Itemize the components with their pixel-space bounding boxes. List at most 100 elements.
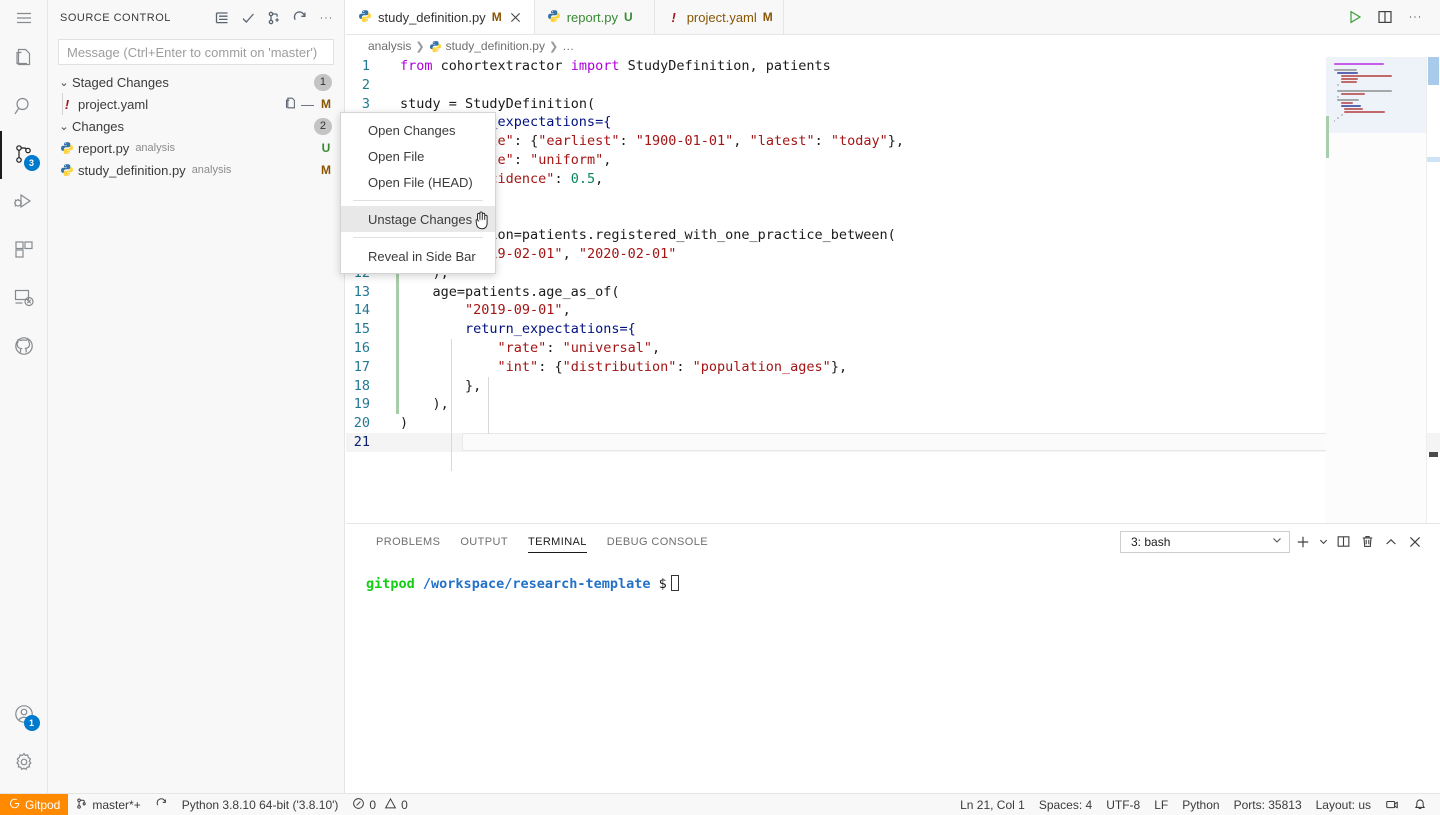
bottom-panel: PROBLEMS OUTPUT TERMINAL DEBUG CONSOLE 3… xyxy=(346,523,1440,793)
menu-item-open-changes[interactable]: Open Changes xyxy=(341,117,495,143)
maximize-panel-chevron-up-icon[interactable] xyxy=(1380,531,1402,553)
code-line: 5 "date": {"earliest": "1900-01-01", "la… xyxy=(346,132,1440,151)
branch-plus-icon[interactable] xyxy=(262,6,286,30)
scm-file-name: study_definition.py xyxy=(78,162,186,178)
menu-item-unstage-changes[interactable]: Unstage Changes xyxy=(341,206,495,232)
sidebar-item-github[interactable] xyxy=(0,323,48,371)
accounts-button[interactable]: 1 xyxy=(0,691,48,739)
more-actions-ellipsis-icon[interactable] xyxy=(314,6,338,30)
breadcrumb-symbol[interactable]: … xyxy=(562,39,574,53)
commit-message-placeholder: Message (Ctrl+Enter to commit on 'master… xyxy=(67,44,318,60)
scm-group-staged-changes[interactable]: ⌄ Staged Changes 1 xyxy=(48,71,344,93)
editor-more-actions-icon[interactable] xyxy=(1402,4,1428,30)
scm-file-study-definition-py[interactable]: study_definition.py analysis M xyxy=(48,159,344,181)
sidebar-item-source-control[interactable]: 3 xyxy=(0,131,48,179)
tab-problems[interactable]: PROBLEMS xyxy=(366,524,450,559)
sidebar-item-extensions[interactable] xyxy=(0,227,48,275)
code-line: 9 xyxy=(346,207,1440,226)
status-keyboard-layout[interactable]: Layout: us xyxy=(1309,794,1378,815)
status-python-label: Python 3.8.10 64-bit ('3.8.10') xyxy=(181,797,339,812)
status-screencast-icon[interactable] xyxy=(1378,794,1406,815)
tab-project-yaml[interactable]: ! project.yaml M xyxy=(655,0,784,34)
line-text: "2019-02-01", "2020-02-01" xyxy=(465,245,677,262)
tab-output[interactable]: OUTPUT xyxy=(450,524,518,559)
kill-terminal-trash-icon[interactable] xyxy=(1356,531,1378,553)
code-line: 15 return_expectations={ xyxy=(346,320,1440,339)
new-terminal-options-chevron-down-icon[interactable] xyxy=(1316,531,1330,553)
line-number: 15 xyxy=(353,321,370,338)
minimap-line xyxy=(1334,120,1335,122)
run-python-file-button[interactable] xyxy=(1342,4,1368,30)
split-terminal-button[interactable] xyxy=(1332,531,1354,553)
terminal-selector-dropdown[interactable]: 3: bash xyxy=(1120,530,1290,553)
scm-file-status: M xyxy=(321,97,331,111)
commit-message-input[interactable]: Message (Ctrl+Enter to commit on 'master… xyxy=(58,39,334,65)
status-encoding[interactable]: UTF-8 xyxy=(1099,794,1147,815)
scrollbar-thumb[interactable] xyxy=(1428,57,1439,85)
refresh-icon[interactable] xyxy=(288,6,312,30)
close-icon[interactable] xyxy=(508,9,524,25)
editor-scrollbar[interactable] xyxy=(1426,57,1440,543)
terminal-output[interactable]: gitpod /workspace/research-template $ xyxy=(346,559,1440,594)
minimap-change-indicator xyxy=(1326,116,1329,158)
line-text: from cohortextractor import StudyDefinit… xyxy=(400,58,831,74)
status-eol[interactable]: LF xyxy=(1147,794,1175,815)
status-bell-icon[interactable] xyxy=(1406,794,1434,815)
scm-group-label: Staged Changes xyxy=(72,74,169,90)
sidebar-item-search[interactable] xyxy=(0,83,48,131)
chevron-down-icon: ⌄ xyxy=(59,120,69,133)
split-editor-button[interactable] xyxy=(1372,4,1398,30)
line-number: 13 xyxy=(353,283,370,300)
code-editor[interactable]: 1 from cohortextractor import StudyDefini… xyxy=(346,57,1440,543)
status-editor-position[interactable]: Ln 21, Col 1 xyxy=(953,794,1032,815)
sync-icon xyxy=(155,797,168,813)
unstage-changes-icon[interactable] xyxy=(283,96,297,113)
scm-group-changes[interactable]: ⌄ Changes 2 xyxy=(48,115,344,137)
close-panel-icon[interactable] xyxy=(1404,531,1426,553)
view-as-list-icon[interactable] xyxy=(210,6,234,30)
commit-check-icon[interactable] xyxy=(236,6,260,30)
terminal-prompt-symbol: $ xyxy=(658,576,667,592)
scm-group-count: 1 xyxy=(313,73,332,91)
code-line: 20) xyxy=(346,414,1440,433)
activity-bar-top-items: 3 xyxy=(0,35,48,371)
hamburger-menu-icon[interactable] xyxy=(0,0,48,35)
tab-study-definition-py[interactable]: study_definition.py M xyxy=(346,0,535,34)
status-indentation[interactable]: Spaces: 4 xyxy=(1032,794,1099,815)
tab-terminal[interactable]: TERMINAL xyxy=(518,524,597,559)
scm-file-report-py[interactable]: report.py analysis U xyxy=(48,137,344,159)
sidebar-item-explorer[interactable] xyxy=(0,35,48,83)
status-python-interpreter[interactable]: Python 3.8.10 64-bit ('3.8.10') xyxy=(175,794,346,815)
code-line: 16 "rate": "universal", xyxy=(346,339,1440,358)
tab-status: M xyxy=(491,10,502,24)
menu-item-open-file[interactable]: Open File xyxy=(341,143,495,169)
scm-group-count: 2 xyxy=(313,117,332,135)
minimap-line xyxy=(1340,78,1358,80)
scm-file-project-yaml[interactable]: ! project.yaml — M xyxy=(48,93,344,115)
sidebar-item-run-and-debug[interactable] xyxy=(0,179,48,227)
dash-icon[interactable]: — xyxy=(301,98,314,111)
tab-report-py[interactable]: report.py U xyxy=(535,0,655,34)
status-gitpod-button[interactable]: Gitpod xyxy=(0,793,69,815)
line-text xyxy=(390,207,1440,226)
minimap[interactable] xyxy=(1326,57,1426,543)
status-problems[interactable]: 0 0 xyxy=(345,794,414,815)
breadcrumb-file[interactable]: study_definition.py xyxy=(446,39,545,53)
status-branch[interactable]: master*+ xyxy=(68,794,147,815)
status-sync-changes[interactable] xyxy=(148,794,175,815)
menu-item-reveal-in-side-bar[interactable]: Reveal in Side Bar xyxy=(341,243,495,269)
tab-debug-console[interactable]: DEBUG CONSOLE xyxy=(597,524,718,559)
minimap-line xyxy=(1340,93,1366,95)
sidebar-item-remote-explorer[interactable] xyxy=(0,275,48,323)
menu-item-open-file-head[interactable]: Open File (HEAD) xyxy=(341,169,495,195)
activity-bar-bottom-items: 1 xyxy=(0,691,48,793)
minimap-line xyxy=(1344,108,1364,110)
status-ports[interactable]: Ports: 35813 xyxy=(1227,794,1309,815)
status-language-mode[interactable]: Python xyxy=(1175,794,1226,815)
new-terminal-button[interactable] xyxy=(1292,531,1314,553)
minimap-line xyxy=(1334,63,1385,65)
tab-status: M xyxy=(762,10,773,24)
breadcrumb-folder[interactable]: analysis xyxy=(368,39,411,53)
manage-settings-button[interactable] xyxy=(0,739,48,787)
line-text: "rate": "universal", xyxy=(497,339,661,356)
